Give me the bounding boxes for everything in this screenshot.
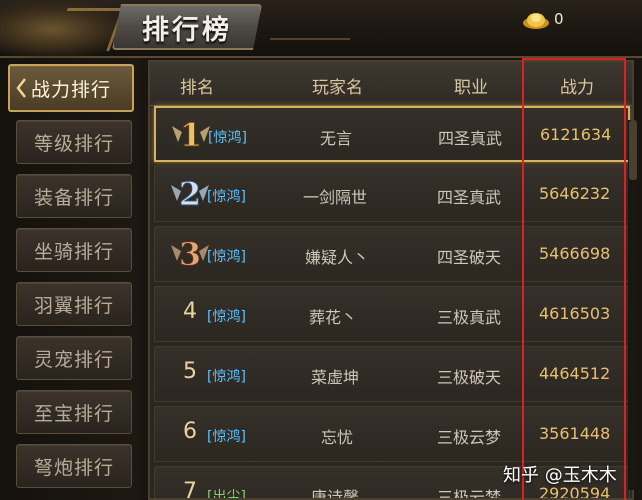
player-power: 5646232	[539, 184, 611, 203]
header-job: 职业	[454, 78, 488, 98]
table-header: 排名 玩家名 职业 战力	[150, 62, 632, 106]
player-name: 葬花丶	[309, 308, 358, 327]
table-row[interactable]: 6 [惊鸿] 忘忧 三极云梦 3561448	[154, 406, 630, 462]
guild-tag: [惊鸿]	[208, 130, 247, 146]
table-row[interactable]: 3 [惊鸿] 嫌疑人丶 四圣破天 5466698	[154, 226, 630, 282]
svg-text:1: 1	[180, 116, 202, 154]
guild-tag: [惊鸿]	[207, 369, 246, 385]
guild-tag: [惊鸿]	[207, 189, 246, 205]
svg-text:2: 2	[179, 175, 201, 213]
player-job: 三极真武	[437, 308, 502, 327]
watermark: 知乎 @玉木木	[503, 465, 617, 486]
ornament-left	[0, 0, 130, 58]
rank-number: 7	[183, 479, 197, 500]
scrollbar[interactable]	[628, 120, 638, 490]
tab-label: 灵宠排行	[33, 348, 114, 371]
rank-number: 6	[183, 419, 197, 444]
player-job: 四圣破天	[437, 248, 502, 267]
tab-power-ranking[interactable]: 战力排行	[8, 64, 134, 112]
tab-mount-ranking[interactable]: 坐骑排行	[16, 228, 132, 272]
tab-crossbow-ranking[interactable]: 弩炮排行	[16, 444, 132, 488]
rank-number: 5	[183, 359, 197, 384]
tab-label: 弩炮排行	[33, 456, 114, 479]
player-name: 一剑隔世	[303, 188, 368, 207]
gold-count: 0	[554, 10, 564, 28]
player-power: 4464512	[539, 364, 611, 383]
gold-ingot-icon	[523, 13, 549, 29]
player-name: 忘忧	[321, 428, 354, 447]
header-player: 玩家名	[312, 78, 363, 98]
player-power: 4616503	[539, 304, 611, 323]
player-job: 三极破天	[437, 368, 502, 387]
ornament-right	[253, 10, 351, 40]
table-row[interactable]: 5 [惊鸿] 菜虚坤 三极破天 4464512	[154, 346, 630, 402]
player-job: 三极云梦	[437, 488, 502, 500]
rank-number: 4	[183, 299, 197, 324]
tab-level-ranking[interactable]: 等级排行	[16, 120, 132, 164]
tab-label: 羽翼排行	[33, 294, 114, 317]
player-power: 6121634	[540, 125, 612, 144]
title-plate: 排行榜	[112, 4, 262, 50]
player-job: 三极云梦	[437, 428, 502, 447]
header-bar: 排行榜 0	[0, 0, 642, 58]
tab-label: 至宝排行	[33, 402, 114, 425]
tab-label: 战力排行	[30, 78, 111, 101]
player-name: 菜虚坤	[311, 368, 360, 387]
player-job: 四圣真武	[438, 129, 503, 148]
svg-text:3: 3	[179, 235, 201, 273]
player-power: 3561448	[539, 424, 611, 443]
table-row[interactable]: 2 [惊鸿] 一剑隔世 四圣真武 5646232	[154, 166, 630, 222]
ranking-table: 排名 玩家名 职业 战力 1 [惊鸿] 无言 四圣真武 6121634 2 [惊…	[148, 60, 634, 500]
table-row[interactable]: 4 [惊鸿] 葬花丶 三极真武 4616503	[154, 286, 630, 342]
chevron-left-icon	[16, 78, 26, 98]
guild-tag: [惊鸿]	[207, 309, 246, 325]
player-name: 唐诗馨	[311, 488, 360, 500]
player-job: 四圣真武	[437, 188, 502, 207]
tab-wings-ranking[interactable]: 羽翼排行	[16, 282, 132, 326]
guild-tag: [惊鸿]	[207, 429, 246, 445]
tab-treasure-ranking[interactable]: 至宝排行	[16, 390, 132, 434]
tab-label: 装备排行	[33, 186, 114, 209]
player-power: 5466698	[539, 244, 611, 263]
table-row[interactable]: 1 [惊鸿] 无言 四圣真武 6121634	[154, 106, 630, 162]
tab-pet-ranking[interactable]: 灵宠排行	[16, 336, 132, 380]
guild-tag: [出尘]	[207, 489, 246, 500]
player-name: 嫌疑人丶	[305, 248, 370, 267]
header-power: 战力	[560, 78, 594, 98]
guild-tag: [惊鸿]	[207, 249, 246, 265]
tab-equipment-ranking[interactable]: 装备排行	[16, 174, 132, 218]
player-name: 无言	[320, 129, 353, 148]
tab-label: 等级排行	[33, 132, 114, 155]
header-rank: 排名	[180, 78, 214, 98]
scrollbar-thumb[interactable]	[629, 120, 637, 180]
tab-label: 坐骑排行	[33, 240, 114, 263]
page-title: 排行榜	[142, 14, 232, 46]
